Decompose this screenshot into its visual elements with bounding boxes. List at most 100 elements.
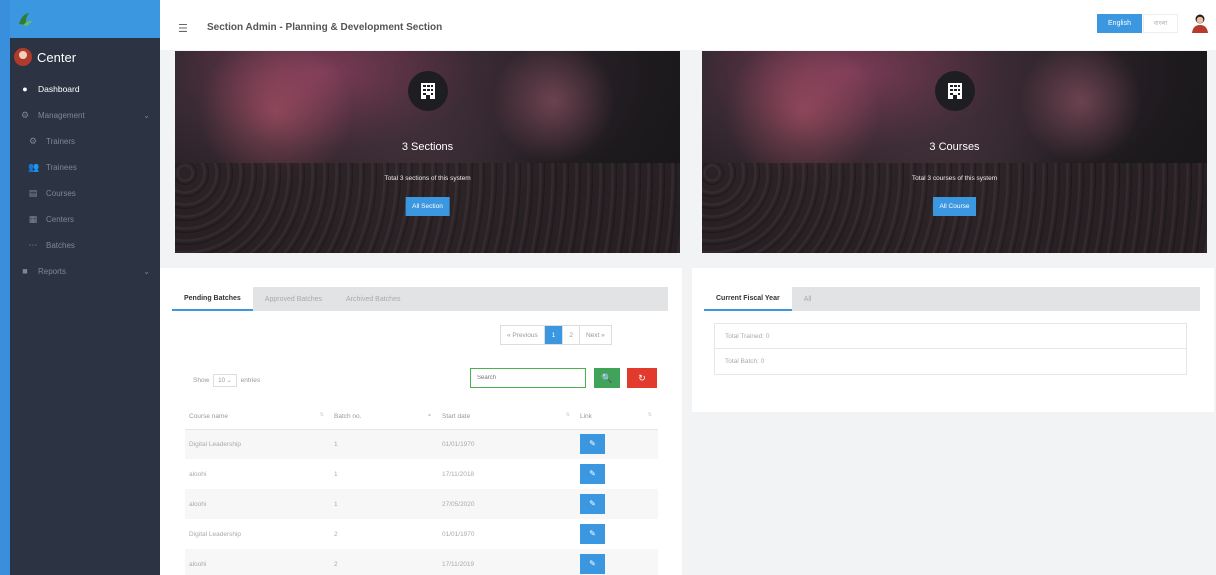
pagination-page-1[interactable]: 1	[544, 326, 564, 344]
table-row: aloohi 1 27/05/2020 ✎	[185, 489, 658, 519]
column-label: Batch no.	[334, 412, 362, 420]
sidebar-item-trainers[interactable]: ⚙ Trainers	[10, 128, 160, 154]
dashboard-icon: ●	[22, 84, 28, 94]
sidebar-item-management[interactable]: ⚙ Management ⌄	[10, 102, 160, 128]
user-panel[interactable]: Center	[10, 38, 160, 76]
pencil-icon: ✎	[589, 469, 596, 478]
building-icon	[407, 71, 448, 111]
fiscal-summary-list: Total Trained: 0 Total Batch: 0	[714, 323, 1187, 375]
dots-icon: ⋯	[28, 239, 38, 250]
edit-button[interactable]: ✎	[580, 464, 605, 484]
cell-course: aloohi	[189, 470, 207, 478]
sidebar-item-label: Management	[38, 110, 85, 120]
page-title: Section Admin - Planning & Development S…	[207, 22, 443, 33]
cell-course: Digital Leadership	[185, 429, 330, 459]
edit-button[interactable]: ✎	[580, 554, 605, 574]
building-icon	[934, 71, 975, 111]
edit-button[interactable]: ✎	[580, 524, 605, 544]
lang-bangla-button[interactable]: বাংলা	[1143, 14, 1178, 33]
column-link[interactable]: Link ⇅	[576, 404, 658, 430]
entries-select[interactable]: 10 ⌄	[213, 374, 237, 387]
column-batch-no[interactable]: Batch no. ▲	[330, 404, 438, 430]
sidebar-item-batches[interactable]: ⋯ Batches	[10, 232, 160, 258]
search-button[interactable]: 🔍	[594, 368, 620, 388]
users-icon: 👥	[28, 161, 40, 172]
sort-asc-icon: ▲	[427, 412, 432, 418]
edit-button[interactable]: ✎	[580, 434, 605, 455]
chart-icon: ■	[22, 266, 28, 276]
table-row: aloohi 2 17/11/2019 ✎	[185, 549, 658, 575]
pagination: « Previous 1 2 Next »	[500, 325, 612, 345]
column-start-date[interactable]: Start date ⇅	[438, 404, 576, 430]
sort-icon: ⇅	[647, 412, 652, 418]
table-row: Digital Leadership 1 01/01/1970 ✎	[185, 429, 658, 459]
sections-banner: 3 Sections Total 3 sections of this syst…	[175, 51, 680, 253]
pagination-next[interactable]: Next »	[580, 326, 611, 344]
sidebar-item-trainees[interactable]: 👥 Trainees	[10, 154, 160, 180]
sidebar-item-reports[interactable]: ■ Reports ⌄	[10, 258, 160, 284]
fiscal-panel: Current Fiscal Year All Total Trained: 0…	[692, 268, 1214, 412]
sections-subtitle: Total 3 sections of this system	[384, 175, 471, 182]
sidebar-item-label: Courses	[46, 188, 76, 198]
tab-all[interactable]: All	[792, 287, 824, 311]
all-course-button[interactable]: All Course	[932, 197, 977, 216]
pagination-previous[interactable]: « Previous	[501, 326, 545, 344]
sidebar-item-label: Trainers	[46, 136, 76, 146]
cell-date: 01/01/1970	[438, 429, 576, 459]
pagination-page-2[interactable]: 2	[563, 326, 580, 344]
batch-tabs: Pending Batches Approved Batches Archive…	[172, 287, 668, 311]
tab-archived-batches[interactable]: Archived Batches	[334, 287, 412, 311]
chevron-down-icon: ⌄	[143, 110, 150, 120]
refresh-icon: ↻	[638, 372, 646, 383]
cell-batch: 1	[330, 429, 438, 459]
cell-date: 01/01/1970	[442, 530, 475, 538]
all-section-button[interactable]: All Section	[405, 197, 450, 216]
batches-panel: Pending Batches Approved Batches Archive…	[160, 268, 682, 575]
total-trained: Total Trained: 0	[715, 324, 1186, 349]
table-row: aloohi 1 17/11/2018 ✎	[185, 459, 658, 489]
column-label: Link	[580, 412, 592, 420]
sidebar-item-dashboard[interactable]: ● Dashboard	[10, 76, 160, 102]
tab-current-fiscal-year[interactable]: Current Fiscal Year	[704, 287, 792, 311]
lang-english-button[interactable]: English	[1097, 14, 1142, 33]
sidebar-item-courses[interactable]: ▤ Courses	[10, 180, 160, 206]
entries-label: entries	[240, 377, 261, 384]
column-label: Start date	[442, 412, 471, 420]
sidebar-nav: ● Dashboard ⚙ Management ⌄ ⚙ Trainers 👥 Train…	[10, 76, 160, 284]
sort-icon: ⇅	[565, 412, 570, 418]
cell-course: aloohi	[185, 489, 330, 519]
book-icon: ▤	[28, 187, 38, 198]
sidebar-item-label: Trainees	[46, 162, 77, 172]
table-header-row: Course name ⇅ Batch no. ▲ Start date ⇅ Link…	[185, 404, 658, 430]
search-input[interactable]	[470, 368, 586, 388]
pencil-icon: ✎	[589, 559, 596, 568]
sidebar-item-label: Reports	[38, 266, 67, 276]
logo-icon	[19, 13, 33, 26]
user-name: Center	[37, 49, 77, 65]
top-bar: ☰ Section Admin - Planning & Development…	[160, 0, 1216, 50]
sidebar-item-label: Centers	[46, 214, 75, 224]
brand-logo[interactable]	[10, 0, 160, 38]
edit-button[interactable]: ✎	[580, 494, 605, 514]
show-label: Show	[193, 377, 210, 384]
search-icon: 🔍	[601, 372, 613, 383]
cell-link: ✎	[576, 549, 658, 575]
building-icon: ▦	[28, 213, 38, 224]
cell-link: ✎	[576, 429, 658, 459]
cell-date: 17/11/2018	[442, 470, 475, 478]
sidebar-item-centers[interactable]: ▦ Centers	[10, 206, 160, 232]
tab-pending-batches[interactable]: Pending Batches	[172, 287, 253, 311]
courses-subtitle: Total 3 courses of this system	[911, 175, 998, 182]
reset-button[interactable]: ↻	[627, 368, 657, 388]
cell-date: 17/11/2019	[438, 549, 576, 575]
tab-approved-batches[interactable]: Approved Batches	[253, 287, 334, 311]
cell-batch: 1	[334, 470, 338, 478]
profile-avatar-icon[interactable]	[1190, 13, 1210, 33]
sidebar: Center ● Dashboard ⚙ Management ⌄ ⚙ Trainers…	[10, 0, 160, 575]
menu-toggle-icon[interactable]: ☰	[178, 22, 188, 35]
cell-date: 27/05/2020	[438, 489, 576, 519]
cell-link: ✎	[576, 489, 658, 519]
app-root: Center ● Dashboard ⚙ Management ⌄ ⚙ Trainers…	[0, 0, 1216, 575]
column-course-name[interactable]: Course name ⇅	[185, 404, 330, 430]
cell-batch: 2	[330, 549, 438, 575]
